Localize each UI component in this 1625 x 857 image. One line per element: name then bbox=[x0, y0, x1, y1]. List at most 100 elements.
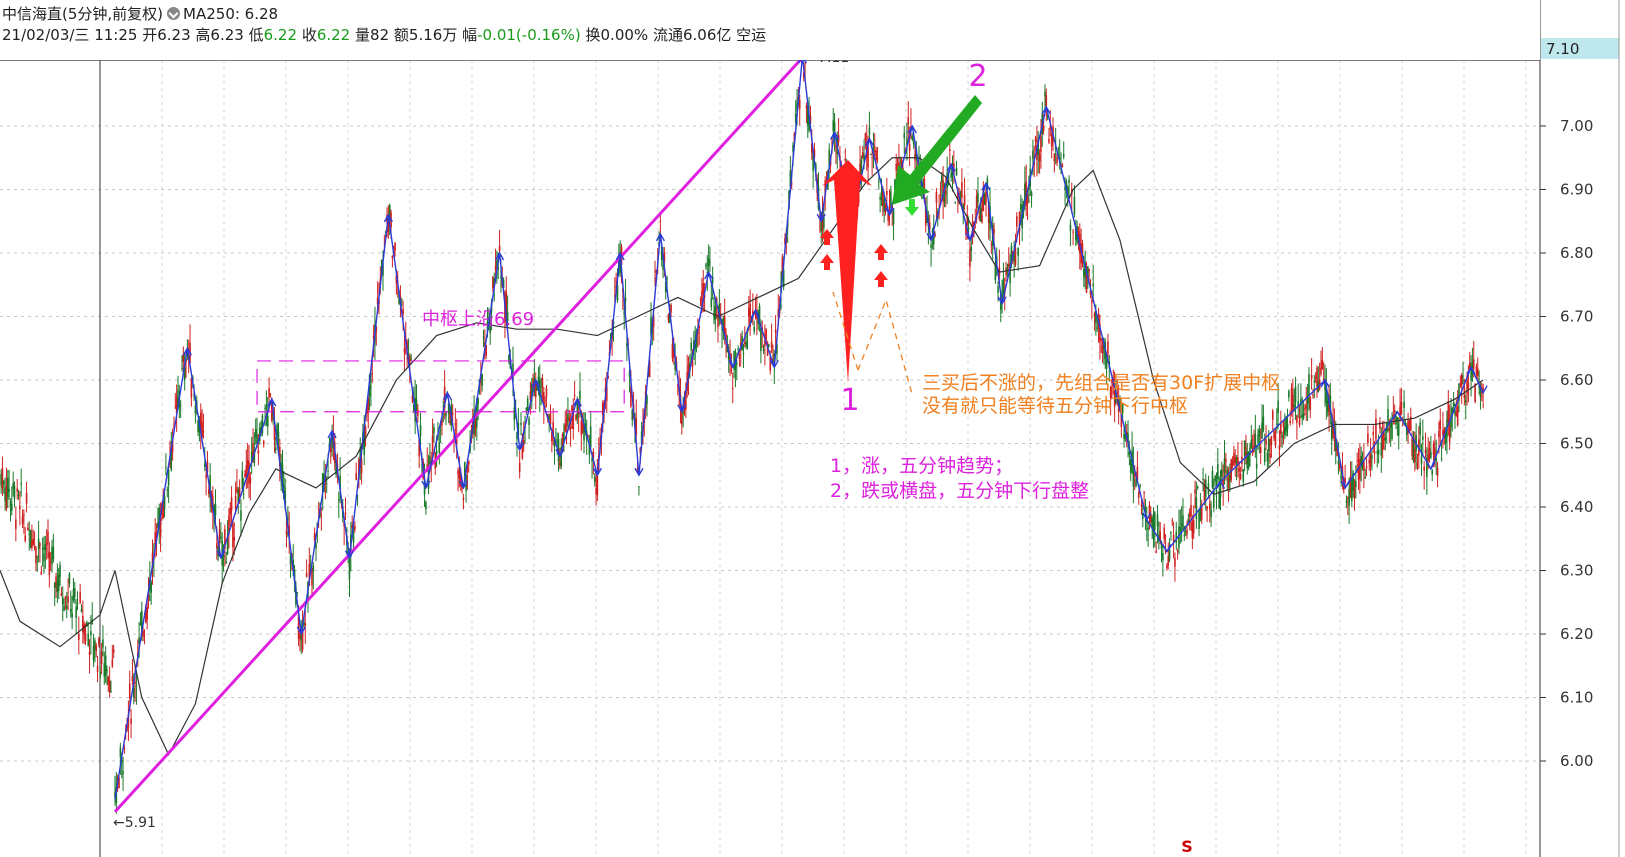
candle bbox=[1355, 480, 1357, 488]
candle bbox=[1373, 451, 1376, 454]
candle bbox=[1383, 432, 1385, 437]
candle bbox=[84, 633, 87, 642]
candle bbox=[638, 486, 640, 488]
quote-datetime: 21/02/03/三 11:25 bbox=[2, 26, 138, 44]
bi-segment bbox=[271, 398, 302, 635]
candle bbox=[710, 298, 713, 308]
candle bbox=[329, 447, 332, 453]
amount-label: 额 bbox=[393, 26, 409, 44]
candle bbox=[100, 651, 103, 665]
candle bbox=[83, 624, 85, 635]
price-chart[interactable]: 中枢上沿6.69 7.00 6.90 6.80 6.70 6.60 6.50 6.40 6.3… bbox=[0, 0, 1625, 857]
candle bbox=[886, 191, 888, 195]
candle bbox=[57, 574, 60, 592]
bi-segment bbox=[518, 379, 537, 451]
candle bbox=[1292, 394, 1294, 411]
candle bbox=[1294, 386, 1297, 403]
candle bbox=[890, 191, 892, 205]
candle bbox=[25, 492, 28, 504]
candle bbox=[762, 348, 765, 352]
candle bbox=[961, 182, 963, 198]
candle bbox=[268, 388, 270, 398]
candle bbox=[798, 99, 801, 110]
candle bbox=[1263, 448, 1266, 462]
candle bbox=[134, 682, 136, 684]
sell-arrow-icon bbox=[905, 199, 919, 216]
axis-tick-label: 6.50 bbox=[1560, 435, 1593, 453]
candle bbox=[257, 449, 260, 454]
candle bbox=[106, 669, 108, 672]
candle bbox=[1271, 410, 1274, 420]
candle bbox=[320, 515, 323, 517]
bi-segment bbox=[348, 214, 390, 558]
candle bbox=[735, 362, 738, 365]
candle bbox=[993, 228, 995, 234]
candle bbox=[433, 427, 435, 434]
candle bbox=[1400, 401, 1403, 415]
candle bbox=[87, 633, 89, 646]
checkmark-icon[interactable] bbox=[167, 7, 181, 20]
candle bbox=[888, 205, 891, 208]
chart-grid bbox=[0, 59, 1540, 857]
candle bbox=[1364, 477, 1367, 479]
candle bbox=[970, 247, 973, 251]
candle bbox=[45, 542, 48, 545]
current-price-label: 7.10 bbox=[1546, 40, 1579, 58]
candle bbox=[1171, 520, 1174, 522]
header-title-row: 中信海直(5分钟,前复权) MA250: 6.28 bbox=[2, 3, 278, 24]
candle bbox=[579, 390, 581, 400]
axis-tick-label: 6.90 bbox=[1560, 181, 1593, 199]
candle bbox=[1107, 341, 1109, 355]
candle bbox=[1042, 125, 1045, 131]
bi-segment bbox=[559, 398, 578, 457]
candle bbox=[939, 194, 942, 196]
candle bbox=[1215, 489, 1218, 493]
candle bbox=[181, 368, 183, 370]
candle bbox=[1053, 153, 1056, 162]
candle bbox=[666, 278, 668, 280]
candle bbox=[1281, 435, 1283, 438]
candle bbox=[135, 686, 138, 688]
candle bbox=[1096, 327, 1099, 330]
candle bbox=[690, 342, 692, 350]
candle bbox=[907, 117, 910, 124]
candle bbox=[1313, 381, 1316, 383]
candle bbox=[659, 220, 662, 222]
candle bbox=[1419, 422, 1421, 435]
candle bbox=[1476, 368, 1479, 376]
candle bbox=[264, 407, 266, 409]
header-quote-row: 21/02/03/三 11:25 开6.23 高6.23 低6.22 收6.22… bbox=[2, 24, 766, 45]
candle bbox=[528, 418, 530, 426]
change-value: -0.01(-0.16%) bbox=[477, 26, 581, 44]
candle bbox=[997, 286, 999, 293]
candle bbox=[520, 422, 522, 425]
candle bbox=[242, 493, 245, 495]
bi-segment bbox=[985, 183, 1003, 304]
bi-segment bbox=[732, 309, 757, 368]
candle bbox=[949, 149, 951, 152]
candle bbox=[417, 409, 419, 417]
candle bbox=[844, 159, 847, 161]
candle bbox=[593, 476, 596, 482]
candle bbox=[745, 341, 747, 347]
candle bbox=[166, 489, 169, 491]
candle bbox=[435, 450, 438, 454]
candle bbox=[249, 476, 252, 484]
status-text: 空运 bbox=[736, 26, 767, 44]
candle bbox=[1210, 509, 1212, 518]
candle bbox=[1154, 512, 1156, 530]
candle bbox=[1430, 452, 1432, 458]
axis-tick-label: 6.70 bbox=[1560, 308, 1593, 326]
candle bbox=[1225, 458, 1227, 463]
candle bbox=[1030, 192, 1033, 197]
candle bbox=[1061, 164, 1064, 167]
candle bbox=[110, 691, 112, 693]
bi-segment bbox=[1324, 379, 1346, 489]
candle bbox=[108, 680, 111, 692]
candle bbox=[1016, 216, 1018, 227]
candle bbox=[765, 329, 768, 340]
candle bbox=[758, 305, 761, 321]
candle bbox=[1182, 515, 1184, 530]
candle bbox=[1255, 463, 1258, 469]
bi-segment bbox=[425, 392, 449, 489]
